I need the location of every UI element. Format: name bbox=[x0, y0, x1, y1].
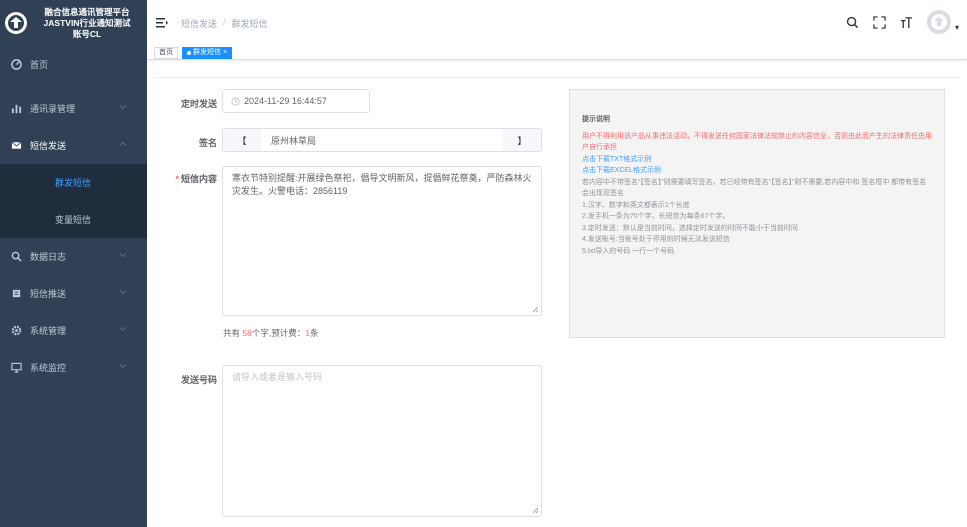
sidebar-item-system[interactable]: 系统管理 bbox=[0, 312, 147, 349]
sidebar-item-home[interactable]: 首页 bbox=[0, 46, 147, 83]
tag-bulk-sms[interactable]: 群发短信 × bbox=[182, 46, 233, 59]
tip-title: 提示说明 bbox=[582, 116, 610, 123]
hamburger-icon[interactable] bbox=[155, 16, 169, 30]
resize-handle-icon[interactable] bbox=[532, 507, 539, 514]
caret-down-icon[interactable]: ▾ bbox=[955, 23, 959, 32]
download-excel-link[interactable]: 点击下载EXCEL格式示例 bbox=[582, 165, 932, 177]
tip-rule: 5.txt导入的号码 一行一个号码 bbox=[582, 247, 675, 255]
clock-icon bbox=[231, 96, 240, 106]
chevron-down-icon bbox=[119, 290, 127, 295]
sidebar-item-bulk-sms[interactable]: 群发短信 bbox=[0, 164, 147, 201]
sign-prefix: 【 bbox=[223, 129, 261, 151]
breadcrumb-parent[interactable]: 短信发送 bbox=[181, 17, 217, 30]
sidebar-item-label: 数据日志 bbox=[30, 252, 67, 262]
chevron-down-icon bbox=[119, 253, 127, 258]
content-label: * 短信内容 bbox=[157, 172, 217, 185]
chevron-up-icon bbox=[119, 141, 127, 146]
sign-value: 原州林草局 bbox=[271, 135, 317, 146]
active-dot-icon bbox=[187, 50, 191, 55]
sidebar-item-data-log[interactable]: 数据日志 bbox=[0, 238, 147, 275]
chevron-down-icon bbox=[119, 105, 127, 110]
mail-icon bbox=[10, 140, 22, 152]
gear-icon bbox=[10, 325, 22, 337]
breadcrumb-separator: / bbox=[223, 16, 226, 27]
sign-suffix: 】 bbox=[503, 129, 541, 151]
sidebar-item-label: 短信发送 bbox=[30, 141, 67, 151]
sign-label: 签名 bbox=[198, 138, 217, 148]
bar-chart-icon bbox=[10, 103, 22, 115]
chevron-down-icon bbox=[119, 327, 127, 332]
submenu-sms: 群发短信 变量短信 bbox=[0, 164, 147, 238]
app: 融合信息通讯管理平台 JASTVIN行业通知测试 账号CL 首页 通讯录管理 短… bbox=[0, 0, 967, 527]
schedule-label: 定时发送 bbox=[180, 99, 217, 109]
sign-field[interactable]: 【 原州林草局 】 bbox=[222, 128, 542, 152]
chevron-down-icon bbox=[119, 364, 127, 369]
sidebar-item-sms-send[interactable]: 短信发送 bbox=[0, 127, 147, 164]
tag-label: 群发短信 bbox=[193, 48, 221, 56]
fullscreen-icon[interactable] bbox=[873, 15, 886, 29]
navbar: 短信发送 / 群发短信 ▾ bbox=[147, 0, 967, 46]
tip-sign-note: 若内容中不带签名“【签名】”则需要填写签名，若已经带有签名“【签名】”则不需要,… bbox=[582, 178, 927, 198]
tag-home[interactable]: 首页 bbox=[154, 46, 178, 59]
sidebar-item-label: 系统管理 bbox=[30, 326, 67, 336]
sidebar-item-sms-push[interactable]: 短信推送 bbox=[0, 275, 147, 312]
schedule-datetime-input[interactable]: 2024-11-29 16:44:57 bbox=[222, 89, 370, 113]
sidebar-item-label: 通讯录管理 bbox=[30, 104, 76, 114]
avatar[interactable] bbox=[926, 10, 951, 34]
content-textarea[interactable]: 寒衣节特别提醒:开展绿色祭祀，倡导文明新风，提倡鲜花祭奠，严防森林火灾发生。火警… bbox=[222, 166, 542, 316]
logo-icon bbox=[5, 12, 27, 34]
monitor-icon bbox=[10, 362, 22, 374]
count-suffix: 条 bbox=[309, 328, 319, 338]
tip-warning: 用户不得利用该产品从事违法活动，不得发送任何国家法律法规禁止的内容信息，否则由此… bbox=[582, 132, 932, 152]
sidebar-item-label: 首页 bbox=[30, 60, 49, 70]
search-icon[interactable] bbox=[846, 16, 859, 29]
schedule-value: 2024-11-29 16:44:57 bbox=[244, 96, 327, 106]
breadcrumb: 短信发送 / 群发短信 bbox=[181, 17, 268, 30]
sidebar-item-variable-sms[interactable]: 变量短信 bbox=[0, 201, 147, 238]
brand-title: 融合信息通讯管理平台 JASTVIN行业通知测试 账号CL bbox=[43, 6, 131, 39]
download-txt-link[interactable]: 点击下载TXT格式示例 bbox=[582, 154, 932, 166]
divider bbox=[155, 77, 959, 78]
resize-handle-icon[interactable] bbox=[532, 306, 539, 313]
count-mid: 个字,预计费： bbox=[251, 328, 306, 338]
tip-rule: 1.汉字、数字和英文都表示1个长度 bbox=[582, 201, 690, 209]
font-size-icon[interactable] bbox=[900, 16, 913, 29]
tags-view: 首页 群发短信 × bbox=[147, 46, 967, 60]
sidebar-item-contacts[interactable]: 通讯录管理 bbox=[0, 90, 147, 127]
dashboard-icon bbox=[10, 59, 22, 71]
sidebar-item-label: 系统监控 bbox=[30, 363, 67, 373]
sidebar: 融合信息通讯管理平台 JASTVIN行业通知测试 账号CL 首页 通讯录管理 短… bbox=[0, 0, 147, 527]
tag-label: 首页 bbox=[159, 48, 173, 56]
count-chars: 58 bbox=[242, 328, 252, 338]
tip-rule: 3.定时发送：默认是当前时间，选择定时发送的时间不能小于当前时间 bbox=[582, 224, 798, 232]
search-icon bbox=[10, 251, 22, 263]
char-count: 共有 58个字,预计费：1条 bbox=[223, 327, 318, 339]
tip-panel: 提示说明 用户不得利用该产品从事违法活动，不得发送任何国家法律法规禁止的内容信息… bbox=[569, 89, 945, 338]
main-content: 定时发送 2024-11-29 16:44:57 签名 【 原州林草局 】 * 短… bbox=[147, 60, 967, 527]
phone-textarea[interactable]: 请导入或者是输入号码 bbox=[222, 365, 542, 517]
message-icon bbox=[10, 288, 22, 300]
phone-placeholder: 请导入或者是输入号码 bbox=[232, 372, 323, 382]
close-icon[interactable]: × bbox=[223, 48, 227, 58]
navbar-right: ▾ bbox=[846, 10, 959, 34]
count-prefix: 共有 bbox=[223, 328, 243, 338]
phone-label: 发送号码 bbox=[180, 375, 217, 385]
content-label-text: 短信内容 bbox=[180, 174, 217, 184]
sidebar-item-label: 短信推送 bbox=[30, 289, 67, 299]
content-value: 寒衣节特别提醒:开展绿色祭祀，倡导文明新风，提倡鲜花祭奠，严防森林火灾发生。火警… bbox=[232, 173, 532, 196]
breadcrumb-current: 群发短信 bbox=[231, 18, 268, 29]
brand: 融合信息通讯管理平台 JASTVIN行业通知测试 账号CL bbox=[0, 0, 147, 46]
sidebar-item-monitor[interactable]: 系统监控 bbox=[0, 349, 147, 386]
tip-rule: 2.发手机一条为70个字，长短信为每条67个字。 bbox=[582, 213, 730, 220]
tip-rule: 4.发送账号:当账号处于停用的时候无法发送短信 bbox=[582, 236, 730, 243]
required-mark: * bbox=[175, 174, 179, 184]
